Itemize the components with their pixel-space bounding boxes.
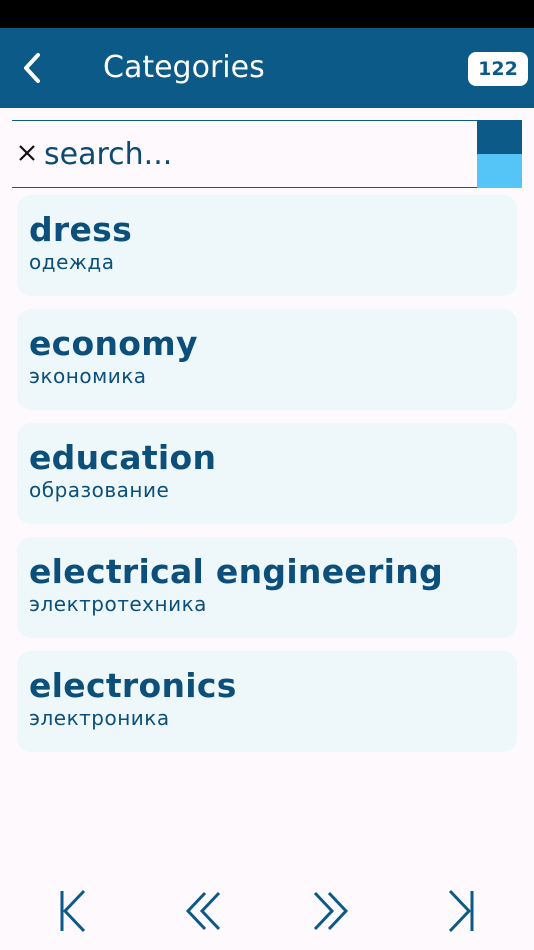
count-badge: 122 bbox=[468, 52, 528, 86]
page-title: Categories bbox=[103, 50, 265, 85]
category-item[interactable]: dress одежда bbox=[17, 195, 517, 296]
category-translation: образование bbox=[29, 478, 170, 502]
search-bar bbox=[12, 120, 522, 188]
next-page-button[interactable] bbox=[306, 886, 356, 936]
category-translation: одежда bbox=[29, 250, 115, 274]
category-translation: электроника bbox=[29, 706, 170, 730]
category-item[interactable]: education образование bbox=[17, 423, 517, 524]
pagination-bar bbox=[0, 880, 534, 940]
category-item[interactable]: electronics электроника bbox=[17, 651, 517, 752]
previous-page-button[interactable] bbox=[178, 886, 228, 936]
category-title: electrical engineering bbox=[29, 552, 443, 591]
first-page-icon bbox=[60, 889, 86, 933]
status-bar bbox=[0, 0, 534, 28]
search-mode-toggle[interactable] bbox=[477, 120, 522, 188]
navigation-bar: Categories 122 bbox=[0, 28, 534, 108]
category-title: economy bbox=[29, 324, 198, 363]
category-list: dress одежда economy экономика education… bbox=[17, 195, 517, 765]
category-title: education bbox=[29, 438, 217, 477]
clear-search-button[interactable] bbox=[15, 141, 39, 165]
chevron-left-icon bbox=[24, 53, 40, 83]
category-item[interactable]: economy экономика bbox=[17, 309, 517, 410]
back-button[interactable] bbox=[14, 50, 50, 86]
next-page-icon bbox=[313, 891, 349, 931]
last-page-button[interactable] bbox=[437, 886, 487, 936]
close-icon bbox=[19, 145, 35, 161]
category-title: electronics bbox=[29, 666, 237, 705]
category-title: dress bbox=[29, 210, 133, 249]
category-item[interactable]: electrical engineering электротехника bbox=[17, 537, 517, 638]
search-box bbox=[12, 120, 477, 188]
previous-page-icon bbox=[185, 891, 221, 931]
search-input[interactable] bbox=[44, 131, 464, 177]
last-page-icon bbox=[448, 889, 474, 933]
category-translation: электротехника bbox=[29, 592, 207, 616]
category-translation: экономика bbox=[29, 364, 147, 388]
first-page-button[interactable] bbox=[47, 886, 97, 936]
